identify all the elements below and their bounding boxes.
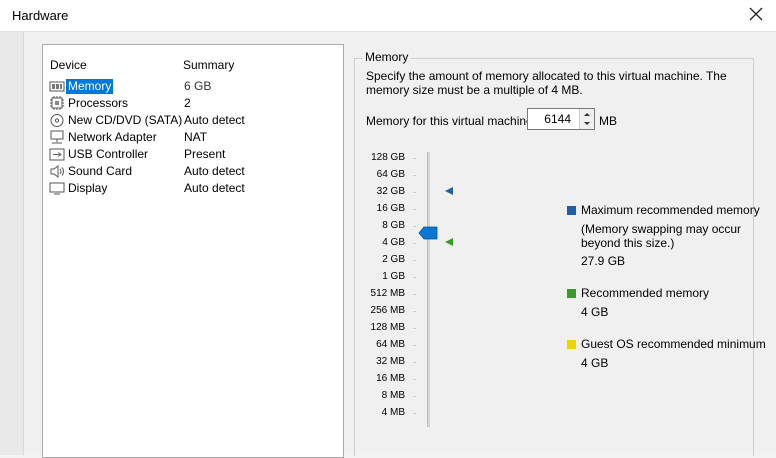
network-adapter-icon (50, 130, 64, 144)
memory-description: Specify the amount of memory allocated t… (366, 69, 727, 97)
device-row-cd-dvd[interactable]: New CD/DVD (SATA) Auto detect (47, 112, 341, 129)
scale-label: 32 GB (376, 186, 405, 197)
guest-minimum-label: Guest OS recommended minimum (581, 337, 766, 351)
scale-tick (413, 260, 416, 261)
device-summary: NAT (184, 130, 208, 144)
scale-label: 256 MB (370, 305, 405, 316)
device-summary: Present (184, 147, 226, 161)
scale-tick (413, 345, 416, 346)
scale-tick (413, 243, 416, 244)
scale-tick (413, 209, 416, 210)
scale-label: 64 GB (376, 169, 405, 180)
scale-label: 16 MB (376, 373, 405, 384)
scale-tick (413, 379, 416, 380)
max-recommended-label: Maximum recommended memory (581, 203, 760, 217)
memory-input[interactable] (528, 109, 574, 129)
cd-dvd-icon (50, 114, 64, 127)
scale-label: 128 GB (371, 152, 405, 163)
scale-tick (413, 311, 416, 312)
recommended-swatch (567, 289, 576, 298)
device-row-usb-controller[interactable]: USB Controller Present (47, 146, 341, 163)
device-row-processors[interactable]: Processors 2 (47, 95, 341, 112)
scale-label: 32 MB (376, 356, 405, 367)
scale-tick (413, 413, 416, 414)
scale-tick (413, 362, 416, 363)
scale-label: 2 GB (382, 254, 405, 265)
scale-label: 8 GB (382, 220, 405, 231)
scale-tick (413, 192, 416, 193)
memory-icon (49, 81, 65, 92)
scale-tick (413, 158, 416, 159)
scale-label: 512 MB (370, 288, 405, 299)
device-name: Network Adapter (68, 130, 157, 144)
device-row-sound-card[interactable]: Sound Card Auto detect (47, 163, 341, 180)
scale-tick (413, 396, 416, 397)
memory-group-label: Memory (362, 50, 412, 64)
max-recommended-value: 27.9 GB (581, 254, 626, 268)
spin-buttons (579, 109, 594, 129)
scale-tick (413, 226, 416, 227)
scale-tick (413, 175, 416, 176)
device-name: USB Controller (68, 147, 149, 161)
max-recommended-marker-icon (445, 187, 453, 195)
window-title: Hardware (12, 8, 69, 23)
recommended-value: 4 GB (581, 305, 609, 319)
device-row-memory[interactable]: Memory 6 GB (47, 78, 341, 95)
background-window-edge (0, 32, 24, 455)
scale-label: 4 MB (381, 407, 405, 418)
close-icon[interactable] (748, 6, 764, 22)
summary-column-header[interactable]: Summary (183, 58, 234, 72)
guest-minimum-value: 4 GB (581, 356, 609, 370)
device-summary: 2 (184, 96, 191, 110)
title-bar: Hardware (0, 0, 776, 32)
scale-label: 128 MB (370, 322, 405, 333)
scale-label: 16 GB (376, 203, 405, 214)
speaker-icon (50, 165, 64, 178)
guest-minimum-swatch (567, 340, 576, 349)
memory-slider-thumb[interactable] (418, 226, 438, 240)
device-row-display[interactable]: Display Auto detect (47, 180, 341, 197)
spin-down-icon[interactable] (580, 119, 594, 129)
max-recommended-swatch (567, 206, 576, 215)
device-summary: 6 GB (184, 79, 212, 93)
device-list[interactable]: Device Summary Memory 6 GB Processors 2 … (42, 44, 344, 458)
device-name: New CD/DVD (SATA) (68, 113, 183, 127)
display-icon (49, 182, 65, 195)
device-row-network-adapter[interactable]: Network Adapter NAT (47, 129, 341, 146)
spin-up-icon[interactable] (580, 109, 594, 119)
device-summary: Auto detect (184, 181, 245, 195)
usb-icon (49, 148, 65, 161)
recommended-label: Recommended memory (581, 286, 710, 300)
memory-slider-track[interactable] (427, 152, 430, 427)
device-column-header[interactable]: Device (50, 58, 87, 72)
device-name: Display (68, 181, 108, 195)
device-name: Memory (66, 79, 114, 94)
scale-label: 64 MB (376, 339, 405, 350)
memory-field-label: Memory for this virtual machine: (366, 114, 537, 128)
max-recommended-note: (Memory swapping may occur beyond this s… (581, 222, 742, 250)
scale-label: 8 MB (381, 390, 405, 401)
memory-unit: MB (599, 114, 617, 128)
device-summary: Auto detect (184, 164, 245, 178)
recommended-marker-icon (445, 238, 453, 246)
processor-icon (50, 96, 64, 110)
scale-label: 1 GB (382, 271, 405, 282)
scale-tick (413, 277, 416, 278)
device-name: Sound Card (68, 164, 133, 178)
scale-tick (413, 328, 416, 329)
scale-label: 4 GB (382, 237, 405, 248)
scale-tick (413, 294, 416, 295)
device-name: Processors (68, 96, 129, 110)
memory-spinbox[interactable] (527, 108, 595, 130)
device-summary: Auto detect (184, 113, 245, 127)
